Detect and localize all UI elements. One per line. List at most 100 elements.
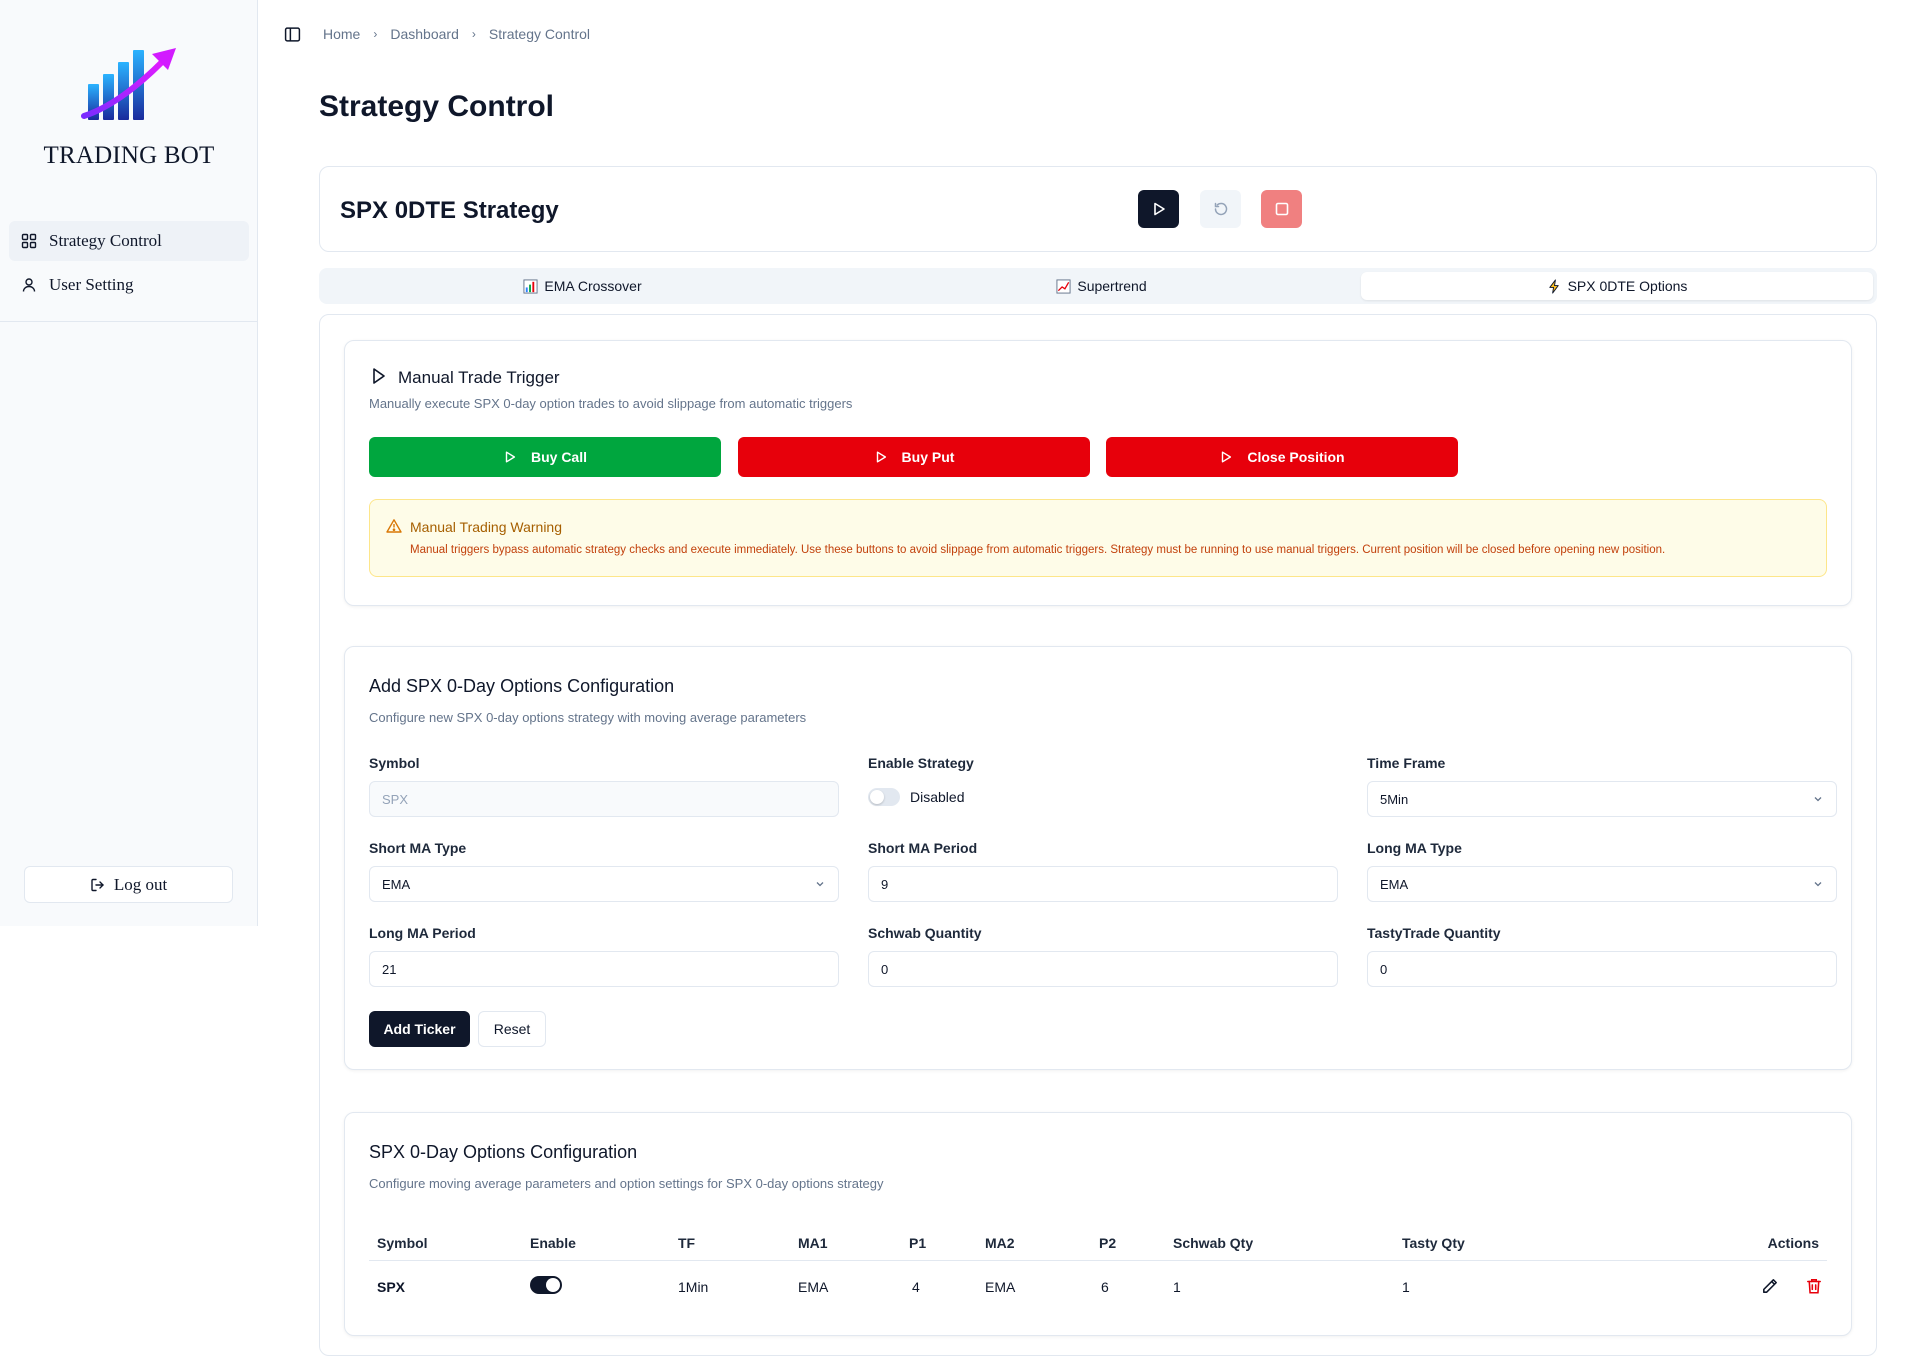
- chevron-down-icon: [816, 882, 824, 887]
- long-ma-type-select[interactable]: EMA: [1367, 866, 1837, 902]
- play-icon: [1153, 202, 1165, 216]
- enable-strategy-field: Disabled: [868, 788, 964, 806]
- chevron-right-icon: ›: [471, 27, 476, 41]
- warning-text: Manual triggers bypass automatic strateg…: [410, 544, 1666, 556]
- table-row: SPX 1Min EMA 4 EMA 6 1 1: [369, 1261, 1827, 1313]
- cell-schwab-qty: 1: [1173, 1279, 1181, 1295]
- long-ma-period-label: Long MA Period: [369, 925, 476, 941]
- chevron-right-icon: ›: [373, 27, 378, 41]
- breadcrumb-dashboard[interactable]: Dashboard: [390, 26, 459, 42]
- cell-tf: 1Min: [678, 1279, 709, 1295]
- short-ma-period-input[interactable]: 9: [868, 866, 1338, 902]
- bar-chart-icon: [523, 278, 538, 294]
- start-strategy-button[interactable]: [1138, 190, 1179, 228]
- sidebar-item-label: User Setting: [49, 275, 134, 294]
- tab-ema-crossover[interactable]: EMA Crossover: [323, 272, 842, 300]
- column-header: Enable: [530, 1235, 576, 1251]
- time-frame-select[interactable]: 5Min: [1367, 781, 1837, 817]
- user-icon: [22, 278, 36, 292]
- buy-call-button[interactable]: Buy Call: [369, 437, 721, 477]
- config-table-card: SPX 0-Day Options Configuration Configur…: [344, 1112, 1852, 1336]
- cell-p1: 4: [912, 1279, 920, 1295]
- close-position-button[interactable]: Close Position: [1106, 437, 1458, 477]
- tab-label: EMA Crossover: [544, 278, 642, 294]
- chevron-down-icon: [1814, 797, 1822, 802]
- table-header: Symbol Enable TF MA1 P1 MA2 P2 Schwab Qt…: [369, 1225, 1827, 1261]
- page-title: Strategy Control: [319, 90, 555, 123]
- buy-put-button[interactable]: Buy Put: [738, 437, 1090, 477]
- logout-icon: [91, 878, 104, 891]
- sidebar-item-label: Strategy Control: [49, 231, 162, 250]
- manual-trade-desc: Manually execute SPX 0-day option trades…: [369, 396, 853, 411]
- select-value: EMA: [1380, 876, 1409, 892]
- enable-strategy-value: Disabled: [910, 789, 965, 805]
- logout-button[interactable]: Log out: [24, 866, 233, 903]
- select-value: EMA: [382, 876, 411, 892]
- column-header: MA1: [798, 1235, 828, 1251]
- add-ticker-button[interactable]: Add Ticker: [369, 1011, 470, 1047]
- strategy-tabs: EMA Crossover Supertrend SPX 0DTE Option…: [319, 268, 1877, 304]
- sidebar-nav: Strategy Control User Setting: [9, 221, 249, 309]
- long-ma-type-label: Long MA Type: [1367, 840, 1462, 856]
- column-header: MA2: [985, 1235, 1015, 1251]
- logout-label: Log out: [113, 874, 168, 894]
- cell-ma2: EMA: [985, 1279, 1016, 1295]
- add-config-card: Add SPX 0-Day Options Configuration Conf…: [344, 646, 1852, 1070]
- play-icon: [1222, 451, 1232, 463]
- symbol-input[interactable]: SPX: [369, 781, 839, 817]
- button-label: Buy Put: [901, 449, 955, 465]
- stop-icon: [1275, 202, 1288, 216]
- select-value: 5Min: [1380, 791, 1409, 807]
- add-config-title: Add SPX 0-Day Options Configuration: [369, 676, 675, 696]
- schwab-quantity-label: Schwab Quantity: [868, 925, 982, 941]
- chevron-down-icon: [1814, 882, 1822, 887]
- config-table-desc: Configure moving average parameters and …: [369, 1176, 884, 1191]
- column-header: P2: [1099, 1235, 1117, 1251]
- breadcrumb-current: Strategy Control: [488, 26, 591, 42]
- restart-strategy-button[interactable]: [1200, 190, 1241, 228]
- lightning-icon: [1547, 278, 1562, 294]
- rotate-icon: [1214, 202, 1227, 216]
- tab-supertrend[interactable]: Supertrend: [842, 272, 1361, 300]
- tastytrade-quantity-input[interactable]: 0: [1367, 951, 1837, 987]
- trading-bot-logo: [81, 48, 176, 120]
- enable-strategy-label: Enable Strategy: [868, 755, 974, 771]
- row-enable-toggle[interactable]: [530, 1276, 562, 1294]
- sidebar-item-strategy-control[interactable]: Strategy Control: [9, 221, 249, 261]
- short-ma-period-label: Short MA Period: [868, 840, 978, 856]
- cell-ma1: EMA: [798, 1279, 829, 1295]
- add-config-desc: Configure new SPX 0-day options strategy…: [369, 710, 807, 725]
- time-frame-label: Time Frame: [1367, 755, 1446, 771]
- warning-title: Manual Trading Warning: [410, 519, 563, 535]
- manual-trade-card: Manual Trade Trigger Manually execute SP…: [344, 340, 1852, 606]
- button-label: Buy Call: [530, 449, 587, 465]
- enable-strategy-toggle[interactable]: [868, 788, 900, 806]
- cell-p2: 6: [1101, 1279, 1109, 1295]
- stop-strategy-button[interactable]: [1261, 190, 1302, 228]
- tab-label: SPX 0DTE Options: [1567, 278, 1688, 294]
- strategy-header-card: SPX 0DTE Strategy: [319, 166, 1877, 252]
- column-header: Actions: [1767, 1235, 1819, 1251]
- long-ma-period-input[interactable]: 21: [369, 951, 839, 987]
- tab-label: Supertrend: [1077, 278, 1147, 294]
- tastytrade-quantity-label: TastyTrade Quantity: [1367, 925, 1501, 941]
- brand-name: TRADING BOT: [43, 142, 215, 169]
- tab-spx-0dte-options[interactable]: SPX 0DTE Options: [1361, 272, 1873, 300]
- cell-symbol: SPX: [377, 1279, 406, 1295]
- warning-icon: [386, 519, 402, 533]
- reset-button[interactable]: Reset: [478, 1011, 546, 1047]
- strategy-title: SPX 0DTE Strategy: [340, 197, 559, 224]
- cell-tasty-qty: 1: [1402, 1279, 1410, 1295]
- sidebar-item-user-setting[interactable]: User Setting: [9, 265, 249, 305]
- trash-icon[interactable]: [1805, 1277, 1823, 1295]
- column-header: TF: [678, 1235, 696, 1251]
- play-icon: [505, 451, 516, 463]
- short-ma-type-select[interactable]: EMA: [369, 866, 839, 902]
- sidebar-toggle-icon[interactable]: [284, 26, 301, 43]
- breadcrumb-home[interactable]: Home: [323, 26, 360, 42]
- edit-icon[interactable]: [1761, 1277, 1779, 1295]
- symbol-label: Symbol: [369, 755, 420, 771]
- short-ma-type-label: Short MA Type: [369, 840, 467, 856]
- schwab-quantity-input[interactable]: 0: [868, 951, 1338, 987]
- manual-trade-title: Manual Trade Trigger: [398, 368, 560, 387]
